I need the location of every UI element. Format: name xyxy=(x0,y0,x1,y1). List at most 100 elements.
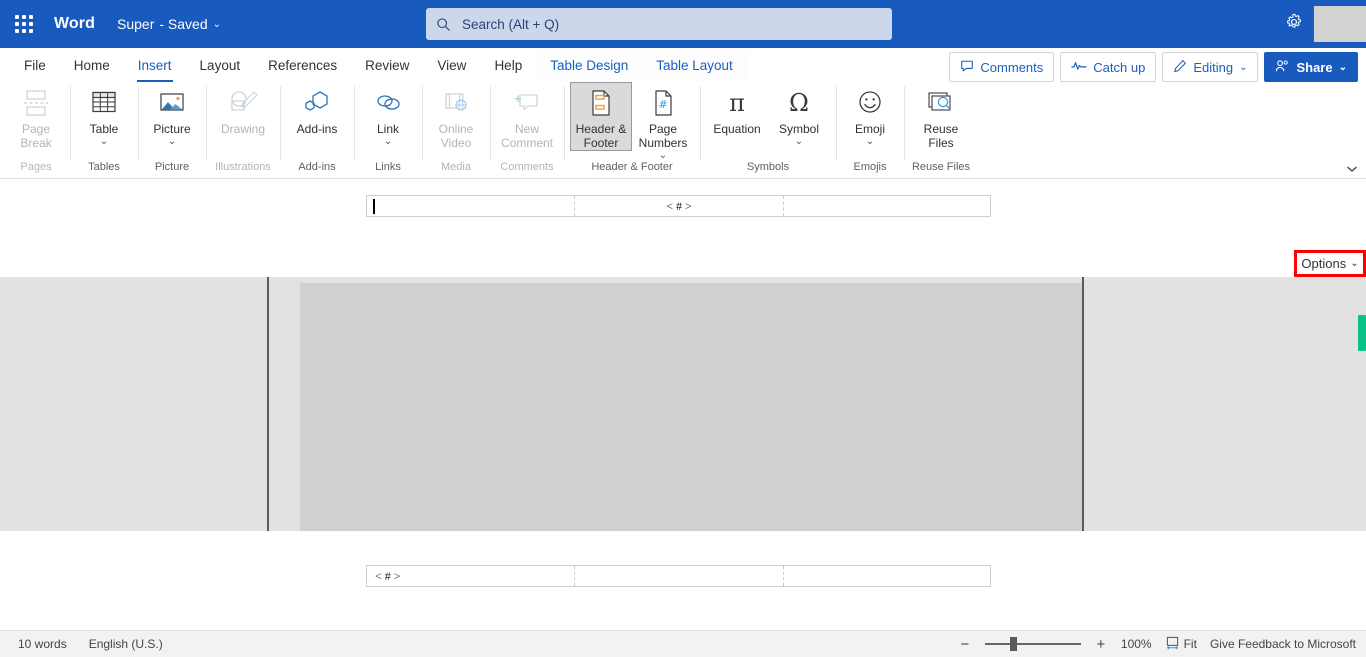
tab-table-layout[interactable]: Table Layout xyxy=(642,49,747,82)
word-count[interactable]: 10 words xyxy=(18,637,67,651)
ribbon-item-label: Add-ins xyxy=(296,122,338,136)
document-content-block[interactable] xyxy=(300,283,1082,531)
comments-button[interactable]: Comments xyxy=(949,52,1055,82)
ribbon-item-label: Page Break xyxy=(20,122,52,150)
emoji-button[interactable]: Emoji ⌄ xyxy=(842,82,898,147)
equation-pi-icon: π xyxy=(723,86,751,120)
ribbon-group-items: Page Break xyxy=(8,82,64,150)
editing-label: Editing xyxy=(1193,59,1234,75)
options-label: Options xyxy=(1301,256,1347,271)
header-footer-icon xyxy=(588,86,614,120)
online-video-button[interactable]: Online Video xyxy=(428,82,484,150)
page-right-edge xyxy=(1082,277,1084,531)
page-break-button[interactable]: Page Break xyxy=(8,82,64,150)
ribbon-item-label: Reuse Files xyxy=(923,122,959,150)
ribbon-collapse-button[interactable] xyxy=(1346,164,1358,176)
vertical-scrollbar-thumb[interactable] xyxy=(1358,315,1366,351)
catch-up-button[interactable]: Catch up xyxy=(1060,52,1157,82)
ribbon-group-media: Online Video Media xyxy=(422,82,490,174)
add-ins-button[interactable]: Add-ins xyxy=(286,82,348,136)
tab-insert[interactable]: Insert xyxy=(124,49,186,82)
new-comment-icon xyxy=(511,86,543,120)
zoom-in-button[interactable]: + xyxy=(1094,637,1108,652)
equation-button[interactable]: π Equation xyxy=(706,82,768,136)
ribbon-group-label: Add-ins xyxy=(298,161,336,173)
ribbon-group-header-footer: Header & Footer # Page Numbers ⌄ Header … xyxy=(564,82,700,174)
ribbon-group-items: Emoji ⌄ xyxy=(842,82,898,147)
header-footer-options-button[interactable]: Options ⌄ xyxy=(1297,253,1363,274)
ribbon-item-label: New Comment xyxy=(500,122,553,150)
tab-view[interactable]: View xyxy=(423,49,480,82)
ribbon-group-picture: Picture ⌄ Picture xyxy=(138,82,206,174)
chevron-down-icon[interactable]: ⌄ xyxy=(866,136,874,147)
ribbon-group-label: Emojis xyxy=(853,161,887,173)
tab-home[interactable]: Home xyxy=(60,49,124,82)
share-button[interactable]: Share ⌄ xyxy=(1264,52,1358,82)
tab-review[interactable]: Review xyxy=(351,49,423,82)
chevron-down-icon[interactable]: ⌄ xyxy=(168,136,176,147)
zoom-slider[interactable] xyxy=(984,637,1081,651)
picture-button[interactable]: Picture ⌄ xyxy=(144,82,200,147)
chevron-down-icon[interactable]: ⌄ xyxy=(795,136,803,147)
page-number-field: < # > xyxy=(375,568,401,583)
header-table[interactable]: < # > xyxy=(366,195,991,217)
tab-layout[interactable]: Layout xyxy=(186,49,255,82)
footer-cell-2[interactable] xyxy=(574,566,783,586)
page-number-field: < # > xyxy=(666,198,692,213)
header-cell-2[interactable]: < # > xyxy=(574,196,783,216)
language-indicator[interactable]: English (U.S.) xyxy=(89,637,163,651)
page-body-area[interactable] xyxy=(0,277,1366,531)
ribbon-item-label: Online Video xyxy=(438,122,474,150)
settings-button[interactable] xyxy=(1278,8,1310,40)
zoom-slider-thumb[interactable] xyxy=(1009,637,1017,651)
chevron-down-icon[interactable]: ⌄ xyxy=(659,150,667,161)
footer-cell-3[interactable] xyxy=(783,566,989,586)
share-label: Share xyxy=(1296,59,1333,75)
pencil-icon xyxy=(1173,59,1187,76)
ribbon-group-label: Reuse Files xyxy=(911,161,971,173)
tab-help[interactable]: Help xyxy=(480,49,536,82)
ribbon-group-label: Tables xyxy=(88,161,120,173)
ribbon-item-label: Table xyxy=(89,122,119,136)
footer-cell-1[interactable]: < # > xyxy=(367,566,574,586)
emoji-smiley-icon xyxy=(856,86,884,120)
tab-references[interactable]: References xyxy=(254,49,351,82)
add-ins-icon xyxy=(301,86,333,120)
feedback-link[interactable]: Give Feedback to Microsoft xyxy=(1210,637,1356,651)
header-cell-1[interactable] xyxy=(367,196,574,216)
search-box[interactable] xyxy=(426,8,892,40)
document-canvas[interactable]: < # > < # > xyxy=(0,179,1366,631)
footer-table[interactable]: < # > xyxy=(366,565,991,587)
drawing-button[interactable]: Drawing xyxy=(212,82,274,136)
chevron-down-icon[interactable]: ⌄ xyxy=(100,136,108,147)
tab-table-design[interactable]: Table Design xyxy=(536,49,643,82)
zoom-out-button[interactable]: − xyxy=(958,637,972,652)
link-button[interactable]: Link ⌄ xyxy=(360,82,416,147)
tab-file[interactable]: File xyxy=(10,49,60,82)
chevron-down-icon[interactable]: ⌄ xyxy=(384,136,392,147)
ribbon-group-label: Picture xyxy=(154,161,190,173)
comment-icon xyxy=(960,59,974,76)
new-comment-button[interactable]: New Comment xyxy=(496,82,558,150)
reuse-files-button[interactable]: Reuse Files xyxy=(910,82,972,150)
ribbon-group-emojis: Emoji ⌄ Emojis xyxy=(836,82,904,174)
zoom-slider-track xyxy=(984,643,1081,645)
header-cell-3[interactable] xyxy=(783,196,989,216)
ribbon-group-items: Online Video xyxy=(428,82,484,150)
svg-text:π: π xyxy=(729,89,745,117)
fit-button[interactable]: Fit xyxy=(1165,636,1197,653)
page-numbers-button[interactable]: # Page Numbers ⌄ xyxy=(632,82,694,161)
ribbon-group-label: Comments xyxy=(500,161,554,173)
table-button[interactable]: Table ⌄ xyxy=(76,82,132,147)
account-avatar-placeholder[interactable] xyxy=(1314,6,1366,42)
app-launcher-button[interactable] xyxy=(0,0,48,48)
ribbon-group-label: Links xyxy=(375,161,401,173)
editing-mode-button[interactable]: Editing ⌄ xyxy=(1162,52,1259,82)
symbol-button[interactable]: Ω Symbol ⌄ xyxy=(768,82,830,147)
ribbon-group-items: Reuse Files xyxy=(910,82,972,150)
zoom-level[interactable]: 100% xyxy=(1121,637,1152,651)
document-title-button[interactable]: Super - Saved ⌄ xyxy=(117,16,221,32)
search-input[interactable] xyxy=(460,15,864,33)
header-footer-button[interactable]: Header & Footer xyxy=(570,82,632,151)
table-icon xyxy=(89,86,119,120)
